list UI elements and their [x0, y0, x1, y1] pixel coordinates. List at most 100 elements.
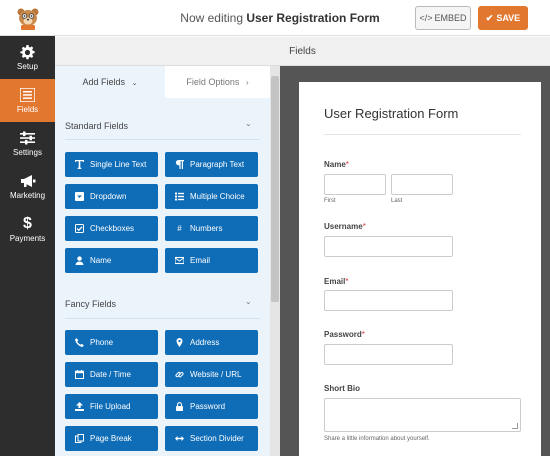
field-label: Paragraph Text	[190, 160, 245, 169]
chevron-down-icon[interactable]: ⌄	[245, 119, 252, 128]
nav-item-settings[interactable]: Settings	[0, 122, 55, 165]
field-label: Phone	[90, 338, 114, 347]
field-label: Password	[190, 402, 226, 411]
field-button-multiple-choice[interactable]: Multiple Choice	[165, 184, 258, 209]
field-button-page-break[interactable]: Page Break	[65, 426, 158, 451]
hash-icon: #	[177, 224, 182, 233]
resize-handle-icon[interactable]	[512, 423, 518, 429]
form-title-divider	[324, 134, 521, 135]
standard-fields-title: Standard Fields	[65, 121, 129, 131]
last-sublabel: Last	[391, 198, 403, 204]
field-label: Multiple Choice	[190, 192, 245, 201]
code-icon: </>	[419, 13, 433, 23]
nav-item-setup[interactable]: Setup	[0, 36, 55, 79]
field-button-email[interactable]: Email	[165, 248, 258, 273]
field-button-date-time[interactable]: Date / Time	[65, 362, 158, 387]
field-label: Page Break	[90, 434, 132, 443]
link-icon	[175, 370, 184, 379]
nav-label-payments: Payments	[9, 234, 46, 243]
field-button-phone[interactable]: Phone	[65, 330, 158, 355]
dollar-icon: $	[23, 215, 32, 232]
nav-item-payments[interactable]: $ Payments	[0, 208, 55, 251]
last-name-input[interactable]	[391, 174, 453, 195]
short-bio-label: Short Bio	[324, 384, 360, 393]
embed-label: EMBED	[434, 13, 467, 23]
tab-field-options-label: Field Options	[186, 77, 240, 87]
top-bar: Now editing User Registration Form </> E…	[0, 0, 550, 36]
field-button-password[interactable]: Password	[165, 394, 258, 419]
field-button-numbers[interactable]: # Numbers	[165, 216, 258, 241]
fields-header: Fields	[55, 37, 550, 66]
chevron-down-icon[interactable]: ⌄	[245, 297, 252, 306]
calendar-icon	[75, 370, 84, 379]
dropdown-icon	[75, 192, 84, 201]
field-button-dropdown[interactable]: Dropdown	[65, 184, 158, 209]
editing-form-name: User Registration Form	[246, 11, 380, 25]
nav-label-marketing: Marketing	[9, 191, 46, 200]
section-divider-line	[65, 139, 260, 140]
tab-field-options[interactable]: Field Options ›	[165, 66, 270, 98]
fields-panel: Add Fields ⌄ Field Options › Standard Fi…	[55, 66, 270, 456]
text-cursor-icon	[75, 160, 84, 169]
nav-label-settings: Settings	[13, 148, 42, 157]
short-bio-description: Share a little information about yoursel…	[324, 436, 430, 442]
field-label: Email	[190, 256, 211, 265]
field-button-file-upload[interactable]: File Upload	[65, 394, 158, 419]
save-button[interactable]: ✔ SAVE	[478, 6, 528, 30]
checkbox-icon	[75, 224, 84, 233]
first-name-input[interactable]	[324, 174, 386, 195]
field-button-single-line-text[interactable]: Single Line Text	[65, 152, 158, 177]
required-marker: *	[361, 330, 365, 339]
copy-icon	[75, 434, 84, 443]
tab-add-fields[interactable]: Add Fields ⌄	[55, 66, 165, 98]
field-button-section-divider[interactable]: Section Divider	[165, 426, 258, 451]
field-button-name[interactable]: Name	[65, 248, 158, 273]
field-label: Numbers	[190, 224, 223, 233]
wpforms-logo	[0, 0, 55, 36]
password-label: Password*	[324, 330, 365, 339]
field-label: Section Divider	[190, 434, 244, 443]
email-input[interactable]	[324, 290, 453, 311]
nav-item-fields[interactable]: Fields	[0, 79, 55, 122]
panel-scrollbar[interactable]	[270, 66, 280, 456]
envelope-icon	[175, 256, 184, 265]
left-nav: Setup Fields Settings Marketing $ Paymen…	[0, 36, 55, 456]
field-button-address[interactable]: Address	[165, 330, 258, 355]
field-button-paragraph-text[interactable]: Paragraph Text	[165, 152, 258, 177]
field-label: Address	[190, 338, 220, 347]
gear-icon	[20, 44, 36, 60]
field-label: Single Line Text	[90, 160, 147, 169]
tab-add-fields-label: Add Fields	[82, 77, 126, 87]
section-divider-line	[65, 318, 260, 319]
check-icon: ✔	[485, 12, 494, 23]
embed-button[interactable]: </> EMBED	[415, 6, 471, 30]
phone-icon	[75, 338, 84, 347]
nav-item-marketing[interactable]: Marketing	[0, 165, 55, 208]
field-button-website-url[interactable]: Website / URL	[165, 362, 258, 387]
arrows-h-icon	[175, 434, 184, 443]
field-label: Dropdown	[90, 192, 127, 201]
editing-prefix: Now editing	[180, 11, 247, 25]
field-button-checkboxes[interactable]: Checkboxes	[65, 216, 158, 241]
username-input[interactable]	[324, 236, 453, 257]
short-bio-textarea[interactable]	[324, 398, 521, 432]
lock-icon	[175, 402, 184, 411]
list-icon	[20, 87, 36, 103]
megaphone-icon	[20, 173, 36, 189]
scrollbar-thumb[interactable]	[271, 76, 279, 302]
password-input[interactable]	[324, 344, 453, 365]
list-icon	[175, 192, 184, 201]
username-label: Username*	[324, 222, 366, 231]
upload-icon	[75, 402, 84, 411]
required-marker: *	[345, 160, 349, 169]
paragraph-icon	[175, 160, 184, 169]
first-sublabel: First	[324, 198, 336, 204]
required-marker: *	[345, 277, 349, 286]
save-label: SAVE	[496, 13, 521, 23]
field-label: Checkboxes	[90, 224, 135, 233]
nav-label-setup: Setup	[17, 62, 38, 71]
fancy-fields-title: Fancy Fields	[65, 299, 117, 309]
sliders-icon	[20, 130, 36, 146]
chevron-down-icon: ⌄	[131, 80, 138, 87]
editing-title: Now editing User Registration Form	[160, 0, 400, 36]
